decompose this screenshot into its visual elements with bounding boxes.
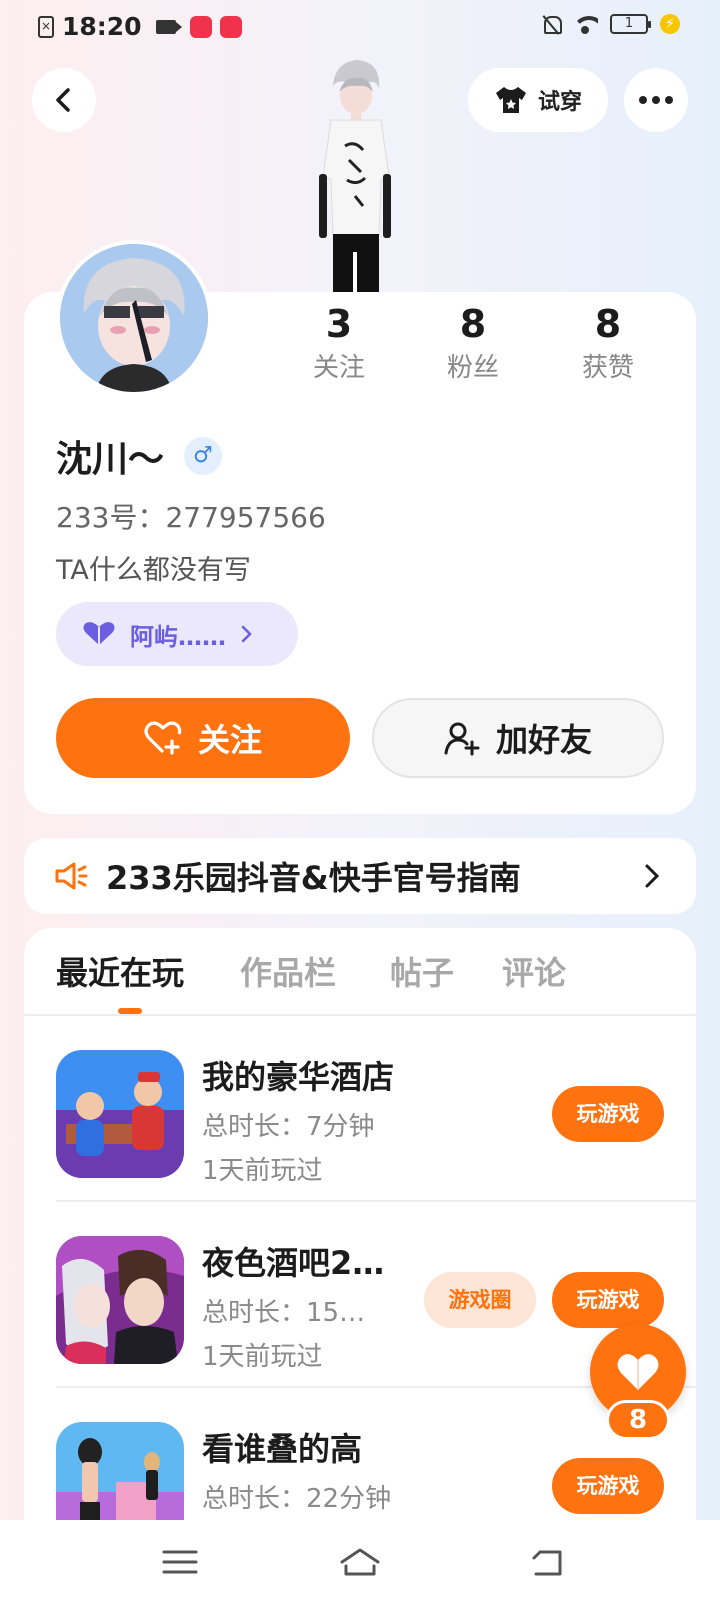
game-thumbnail-stack bbox=[56, 1422, 184, 1528]
app-notification-icon bbox=[189, 15, 212, 38]
stat-fans[interactable]: 8 粉丝 bbox=[413, 300, 533, 388]
tab-comments[interactable]: 评论 bbox=[502, 948, 566, 994]
stat-likes-label: 获赞 bbox=[581, 353, 634, 383]
wifi-icon bbox=[572, 14, 598, 34]
tab-active-indicator bbox=[118, 1008, 142, 1014]
tab-recently-played[interactable]: 最近在玩 bbox=[56, 948, 184, 994]
game-list-item[interactable]: 看谁叠的高 总时长：22分钟 玩游戏 bbox=[24, 1388, 696, 1528]
stat-fans-value: 8 bbox=[459, 302, 487, 346]
document-error-icon bbox=[38, 15, 54, 38]
try-on-button[interactable]: 试穿 bbox=[468, 68, 608, 132]
chevron-left-icon bbox=[56, 88, 70, 112]
status-time: 18:20 bbox=[62, 12, 142, 41]
more-dot-icon bbox=[652, 96, 660, 104]
more-options-button[interactable] bbox=[624, 68, 688, 132]
heart-icon bbox=[617, 1354, 659, 1390]
game-list-item[interactable]: 我的豪华酒店 总时长：7分钟 1天前玩过 玩游戏 bbox=[24, 1016, 696, 1202]
back-nav-icon[interactable] bbox=[526, 1542, 570, 1582]
user-bio: TA什么都没有写 bbox=[56, 555, 251, 586]
male-gender-icon: ♂ bbox=[184, 437, 223, 475]
add-friend-button[interactable]: 加好友 bbox=[372, 698, 664, 778]
stat-following[interactable]: 3 关注 bbox=[279, 300, 399, 388]
heart-plus-icon bbox=[144, 721, 182, 755]
avatar-portrait bbox=[60, 244, 208, 392]
home-icon[interactable] bbox=[338, 1542, 382, 1582]
video-camera-icon bbox=[155, 19, 182, 34]
charging-bolt-icon: ⚡ bbox=[660, 14, 680, 34]
tab-posts[interactable]: 帖子 bbox=[390, 948, 454, 994]
relationship-tag-label: 阿屿…… bbox=[130, 622, 226, 651]
game-circle-button[interactable]: 游戏圈 bbox=[424, 1272, 536, 1328]
game-name: 我的豪华酒店 bbox=[202, 1058, 395, 1096]
profile-tabs: 最近在玩 作品栏 帖子 评论 bbox=[24, 928, 696, 1016]
stat-likes-value: 8 bbox=[594, 302, 622, 346]
tab-works[interactable]: 作品栏 bbox=[240, 948, 336, 994]
game-last-played: 1天前玩过 bbox=[202, 1156, 323, 1186]
announcement-banner[interactable]: 233乐园抖音&快手官号指南 bbox=[24, 838, 696, 914]
game-duration: 总时长：22分钟 bbox=[202, 1484, 392, 1514]
game-last-played: 1天前玩过 bbox=[202, 1342, 323, 1372]
purple-heart-icon bbox=[83, 622, 115, 645]
system-navigation-bar bbox=[0, 1520, 720, 1606]
add-friend-label: 加好友 bbox=[495, 721, 592, 759]
more-dot-icon bbox=[665, 96, 673, 104]
banner-text: 233乐园抖音&快手官号指南 bbox=[106, 859, 521, 897]
megaphone-icon bbox=[55, 862, 88, 890]
back-button[interactable] bbox=[32, 68, 96, 132]
game-name: 夜色酒吧2… bbox=[202, 1244, 385, 1282]
avatar-3d-figure bbox=[319, 60, 391, 292]
game-thumbnail-hotel bbox=[56, 1050, 184, 1178]
stat-likes[interactable]: 8 获赞 bbox=[548, 300, 668, 388]
game-duration: 总时长：7分钟 bbox=[202, 1112, 375, 1142]
stat-following-label: 关注 bbox=[312, 353, 365, 383]
tshirt-icon bbox=[495, 87, 526, 113]
try-on-label: 试穿 bbox=[537, 90, 582, 115]
status-bar: 18:20 1 ⚡ bbox=[0, 0, 720, 56]
game-thumbnail-bar bbox=[56, 1236, 184, 1364]
content-card: 最近在玩 作品栏 帖子 评论 我的豪华酒店 总时长：7分钟 1天前玩过 玩游戏 bbox=[24, 928, 696, 1528]
game-name: 看谁叠的高 bbox=[202, 1430, 363, 1468]
more-dot-icon bbox=[639, 96, 647, 104]
user-id: 233号：277957566 bbox=[56, 501, 326, 534]
game-duration: 总时长：15… bbox=[202, 1298, 366, 1328]
chevron-right-icon bbox=[241, 625, 252, 643]
relationship-tag[interactable]: 阿屿…… bbox=[56, 602, 298, 666]
bell-muted-icon bbox=[542, 14, 562, 34]
follow-button[interactable]: 关注 bbox=[56, 698, 350, 778]
add-user-icon bbox=[444, 722, 480, 756]
play-game-button[interactable]: 玩游戏 bbox=[552, 1086, 664, 1142]
play-game-button[interactable]: 玩游戏 bbox=[552, 1458, 664, 1514]
username-row: 沈川～ ♂ bbox=[56, 430, 223, 482]
stat-fans-label: 粉丝 bbox=[446, 353, 499, 383]
app-notification-icon bbox=[219, 15, 242, 38]
like-count-badge: 8 bbox=[606, 1400, 670, 1440]
play-game-button[interactable]: 玩游戏 bbox=[552, 1272, 664, 1328]
chevron-right-icon bbox=[645, 864, 660, 888]
menu-icon[interactable] bbox=[158, 1542, 202, 1582]
battery-icon: 1 bbox=[610, 14, 651, 34]
stat-following-value: 3 bbox=[325, 302, 353, 346]
username: 沈川～ bbox=[56, 439, 165, 480]
follow-label: 关注 bbox=[197, 721, 262, 759]
avatar[interactable] bbox=[56, 240, 212, 396]
